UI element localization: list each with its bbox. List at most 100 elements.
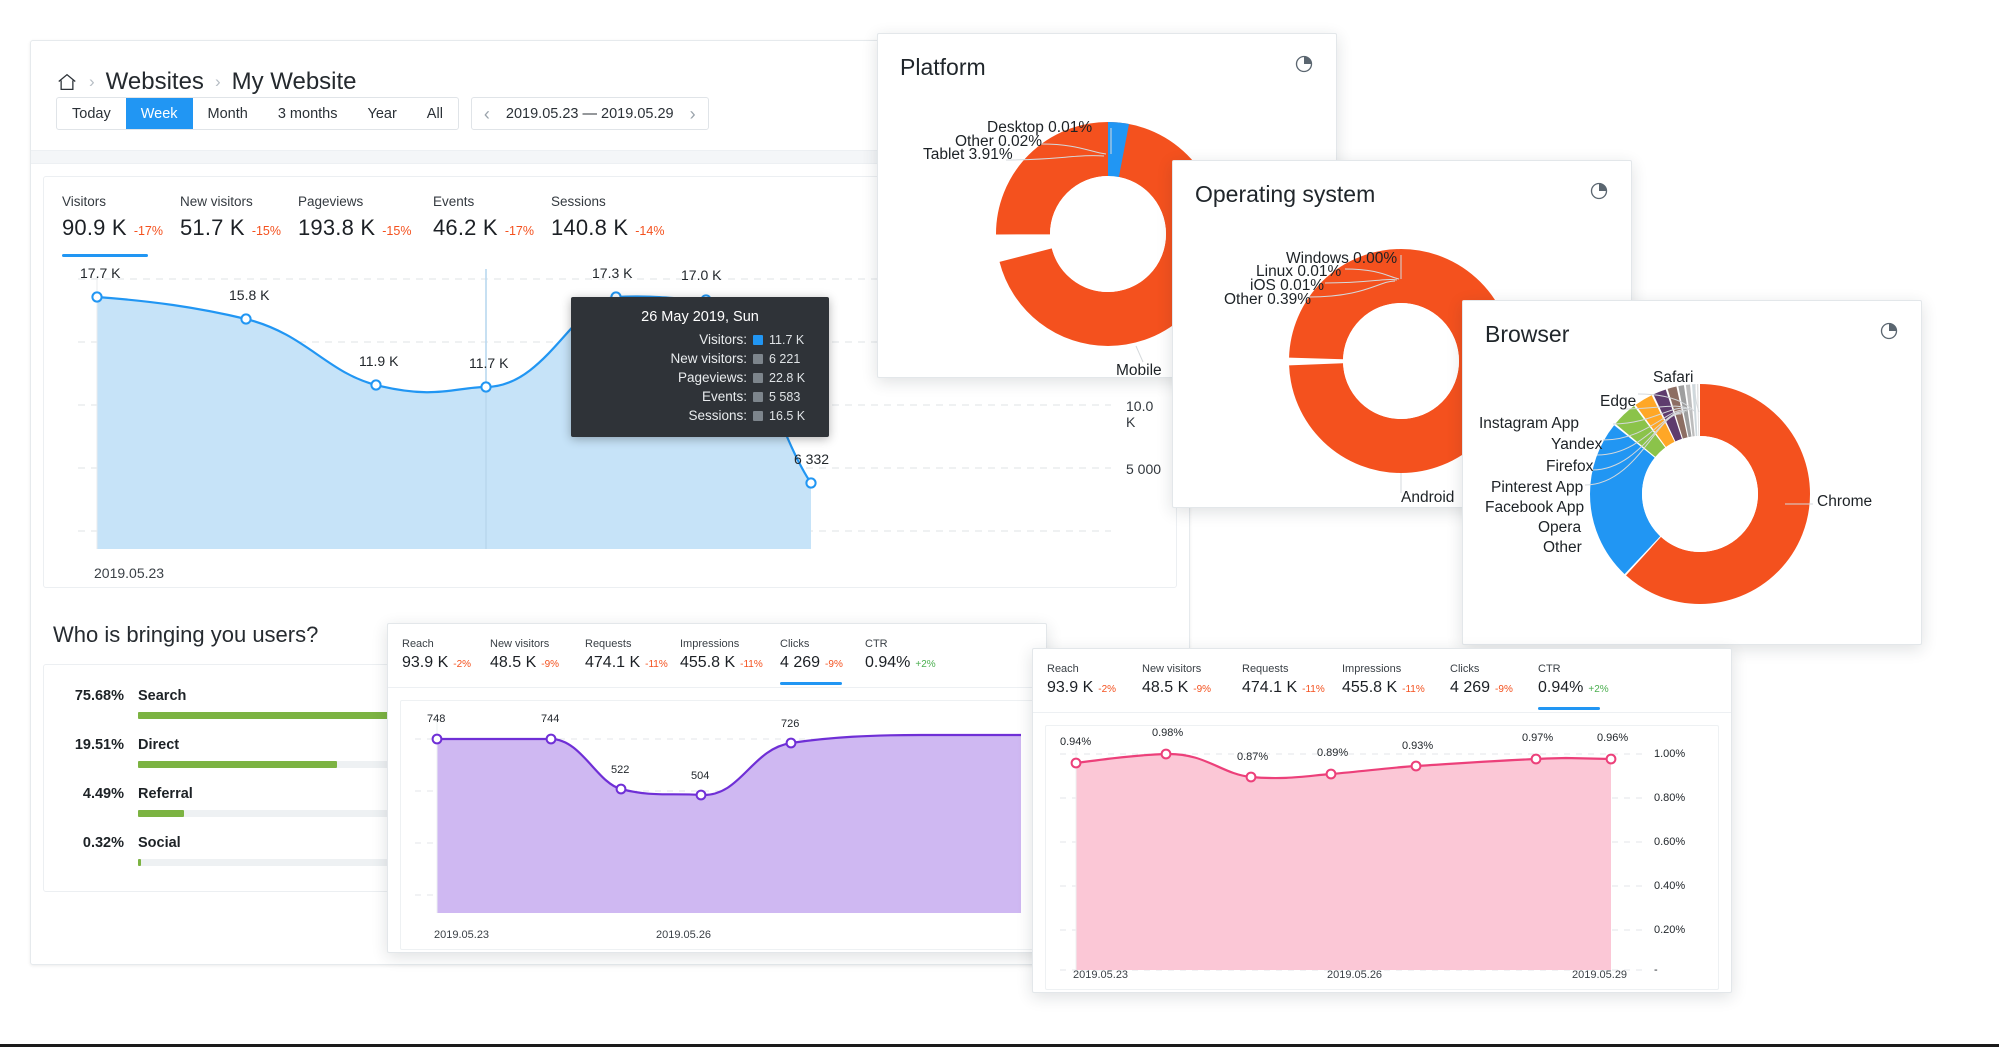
metric-reach[interactable]: Reach 93.9 K -2% [1047,663,1142,710]
pie-chart-icon[interactable] [1879,321,1899,346]
ctr-y-tick-4: 0.20% [1654,924,1686,936]
browser-label-facebook-app: Facebook App [1485,499,1585,516]
period-all-button[interactable]: All [412,98,458,129]
metric-delta: +2% [1588,684,1609,695]
metric-clicks[interactable]: Clicks 4 269 -9% [780,638,865,685]
metric-value: 93.9 K [402,654,449,671]
x-axis-start-date: 2019.05.23 [94,565,165,581]
metric-requests[interactable]: Requests 474.1 K -11% [585,638,680,685]
chart-tooltip: 26 May 2019, Sun Visitors: 11.7 K New visi… [571,297,829,437]
tooltip-value: 5 583 [769,389,801,404]
tooltip-key: New visitors: [670,351,747,366]
period-today-button[interactable]: Today [57,98,126,129]
data-label-0: 17.7 K [80,265,121,281]
os-label-other: Other 0.39% [1224,291,1312,308]
ctr-label-5: 0.97% [1522,732,1554,744]
metric-label: Reach [402,638,434,650]
clicks-x-tick-0: 2019.05.23 [434,929,490,941]
os-label-android: Android [1401,489,1455,506]
tooltip-row: Visitors: 11.7 K [587,332,813,347]
kpi-events[interactable]: Events 46.2 K -17% [433,194,551,257]
source-percent: 0.32% [82,835,124,851]
source-percent: 4.49% [82,786,124,802]
browser-label-chrome: Chrome [1817,493,1873,510]
browser-panel: Browser Safari Edge Instagram App Yandex… [1462,300,1922,645]
metric-impressions[interactable]: Impressions 455.8 K -11% [680,638,780,685]
metric-delta: -11% [1302,684,1325,695]
ctr-label-4: 0.93% [1402,740,1434,752]
browser-label-instagram-app: Instagram App [1479,415,1579,432]
metric-value: 0.94% [1538,679,1584,696]
tooltip-title: 26 May 2019, Sun [641,309,759,325]
prev-period-icon[interactable]: ‹ [478,105,496,123]
metric-delta: -2% [453,659,472,670]
ctr-y-tick-1: 0.80% [1654,792,1686,804]
metric-reach[interactable]: Reach 93.9 K -2% [402,638,490,685]
browser-label-firefox: Firefox [1546,458,1594,475]
browser-label-yandex: Yandex [1551,436,1603,453]
clicks-x-tick-1: 2019.05.26 [656,929,712,941]
ctr-metric-row: Reach 93.9 K -2% New visitors 48.5 K -9% Reque… [1033,649,1731,710]
home-icon[interactable] [56,71,78,93]
metric-ctr[interactable]: CTR 0.94% +2% [1538,663,1623,710]
breadcrumb-separator-1: › [89,72,95,91]
clicks-label-4: 726 [781,718,800,730]
kpi-value: 90.9 K [62,215,127,240]
kpi-new-visitors[interactable]: New visitors 51.7 K -15% [180,194,298,257]
metric-requests[interactable]: Requests 474.1 K -11% [1242,663,1342,710]
kpi-delta: -15% [382,224,412,238]
ctr-chart[interactable]: 0.94% 0.98% 0.87% 0.89% 0.93% 0.97% 0.96… [1045,725,1719,990]
period-year-button[interactable]: Year [352,98,411,129]
kpi-visitors[interactable]: Visitors 90.9 K -17% [62,194,180,257]
kpi-pageviews[interactable]: Pageviews 193.8 K -15% [298,194,433,257]
os-panel-title: Operating system [1195,181,1376,207]
kpi-value: 51.7 K [180,215,245,240]
data-label-1: 15.8 K [229,287,270,303]
pie-chart-icon[interactable] [1589,181,1609,206]
ctr-y-tick-3: 0.40% [1654,880,1686,892]
date-range-selector[interactable]: ‹ 2019.05.23 — 2019.05.29 › [470,97,709,130]
ctr-label-3: 0.89% [1317,747,1349,759]
metric-new-visitors[interactable]: New visitors 48.5 K -9% [490,638,585,685]
metric-label: Clicks [780,638,810,650]
metric-value: 474.1 K [1242,679,1298,696]
kpi-delta: -17% [504,224,534,238]
breadcrumb-websites[interactable]: Websites [106,68,204,96]
clicks-divider [388,687,1046,688]
kpi-label: New visitors [180,194,253,209]
metric-label: CTR [865,638,888,650]
y-tick-10k: 10.0 K [1126,398,1154,430]
tooltip-swatch [753,353,763,364]
clicks-metric-row: Reach 93.9 K -2% New visitors 48.5 K -9% Reque… [388,624,1046,685]
kpi-value: 193.8 K [298,215,376,240]
ctr-label-1: 0.98% [1152,727,1184,739]
clicks-chart[interactable]: 748 744 522 504 726 2019.05.23 2019.05.2… [400,700,1034,950]
kpi-label: Pageviews [298,194,364,209]
tooltip-row: New visitors: 6 221 [587,351,813,366]
metric-clicks[interactable]: Clicks 4 269 -9% [1450,663,1538,710]
metric-ctr[interactable]: CTR 0.94% +2% [865,638,945,685]
ctr-label-6: 0.96% [1597,732,1629,744]
metric-delta: -2% [1098,684,1117,695]
period-week-button[interactable]: Week [125,98,193,129]
browser-label-other: Other [1543,539,1582,556]
metric-impressions[interactable]: Impressions 455.8 K -11% [1342,663,1450,710]
period-3-months-button[interactable]: 3 months [263,98,353,129]
browser-panel-title: Browser [1485,321,1570,347]
platform-label-tablet: Tablet 3.91% [923,146,1013,163]
pie-chart-icon[interactable] [1294,54,1314,79]
clicks-label-0: 748 [427,713,446,725]
ctr-label-0: 0.94% [1060,736,1092,748]
next-period-icon[interactable]: › [684,105,702,123]
kpi-label: Sessions [551,194,606,209]
date-range-label: 2019.05.23 — 2019.05.29 [505,105,674,122]
period-segmented-control[interactable]: Today Week Month 3 months Year All [56,97,459,130]
tooltip-key: Sessions: [688,408,747,423]
platform-label-mobile: Mobile [1116,362,1162,379]
metric-new-visitors[interactable]: New visitors 48.5 K -9% [1142,663,1242,710]
metric-label: Impressions [680,638,740,650]
metric-delta: -11% [740,659,763,670]
browser-label-safari: Safari [1653,369,1694,386]
kpi-sessions[interactable]: Sessions 140.8 K -14% [551,194,701,257]
period-month-button[interactable]: Month [193,98,263,129]
